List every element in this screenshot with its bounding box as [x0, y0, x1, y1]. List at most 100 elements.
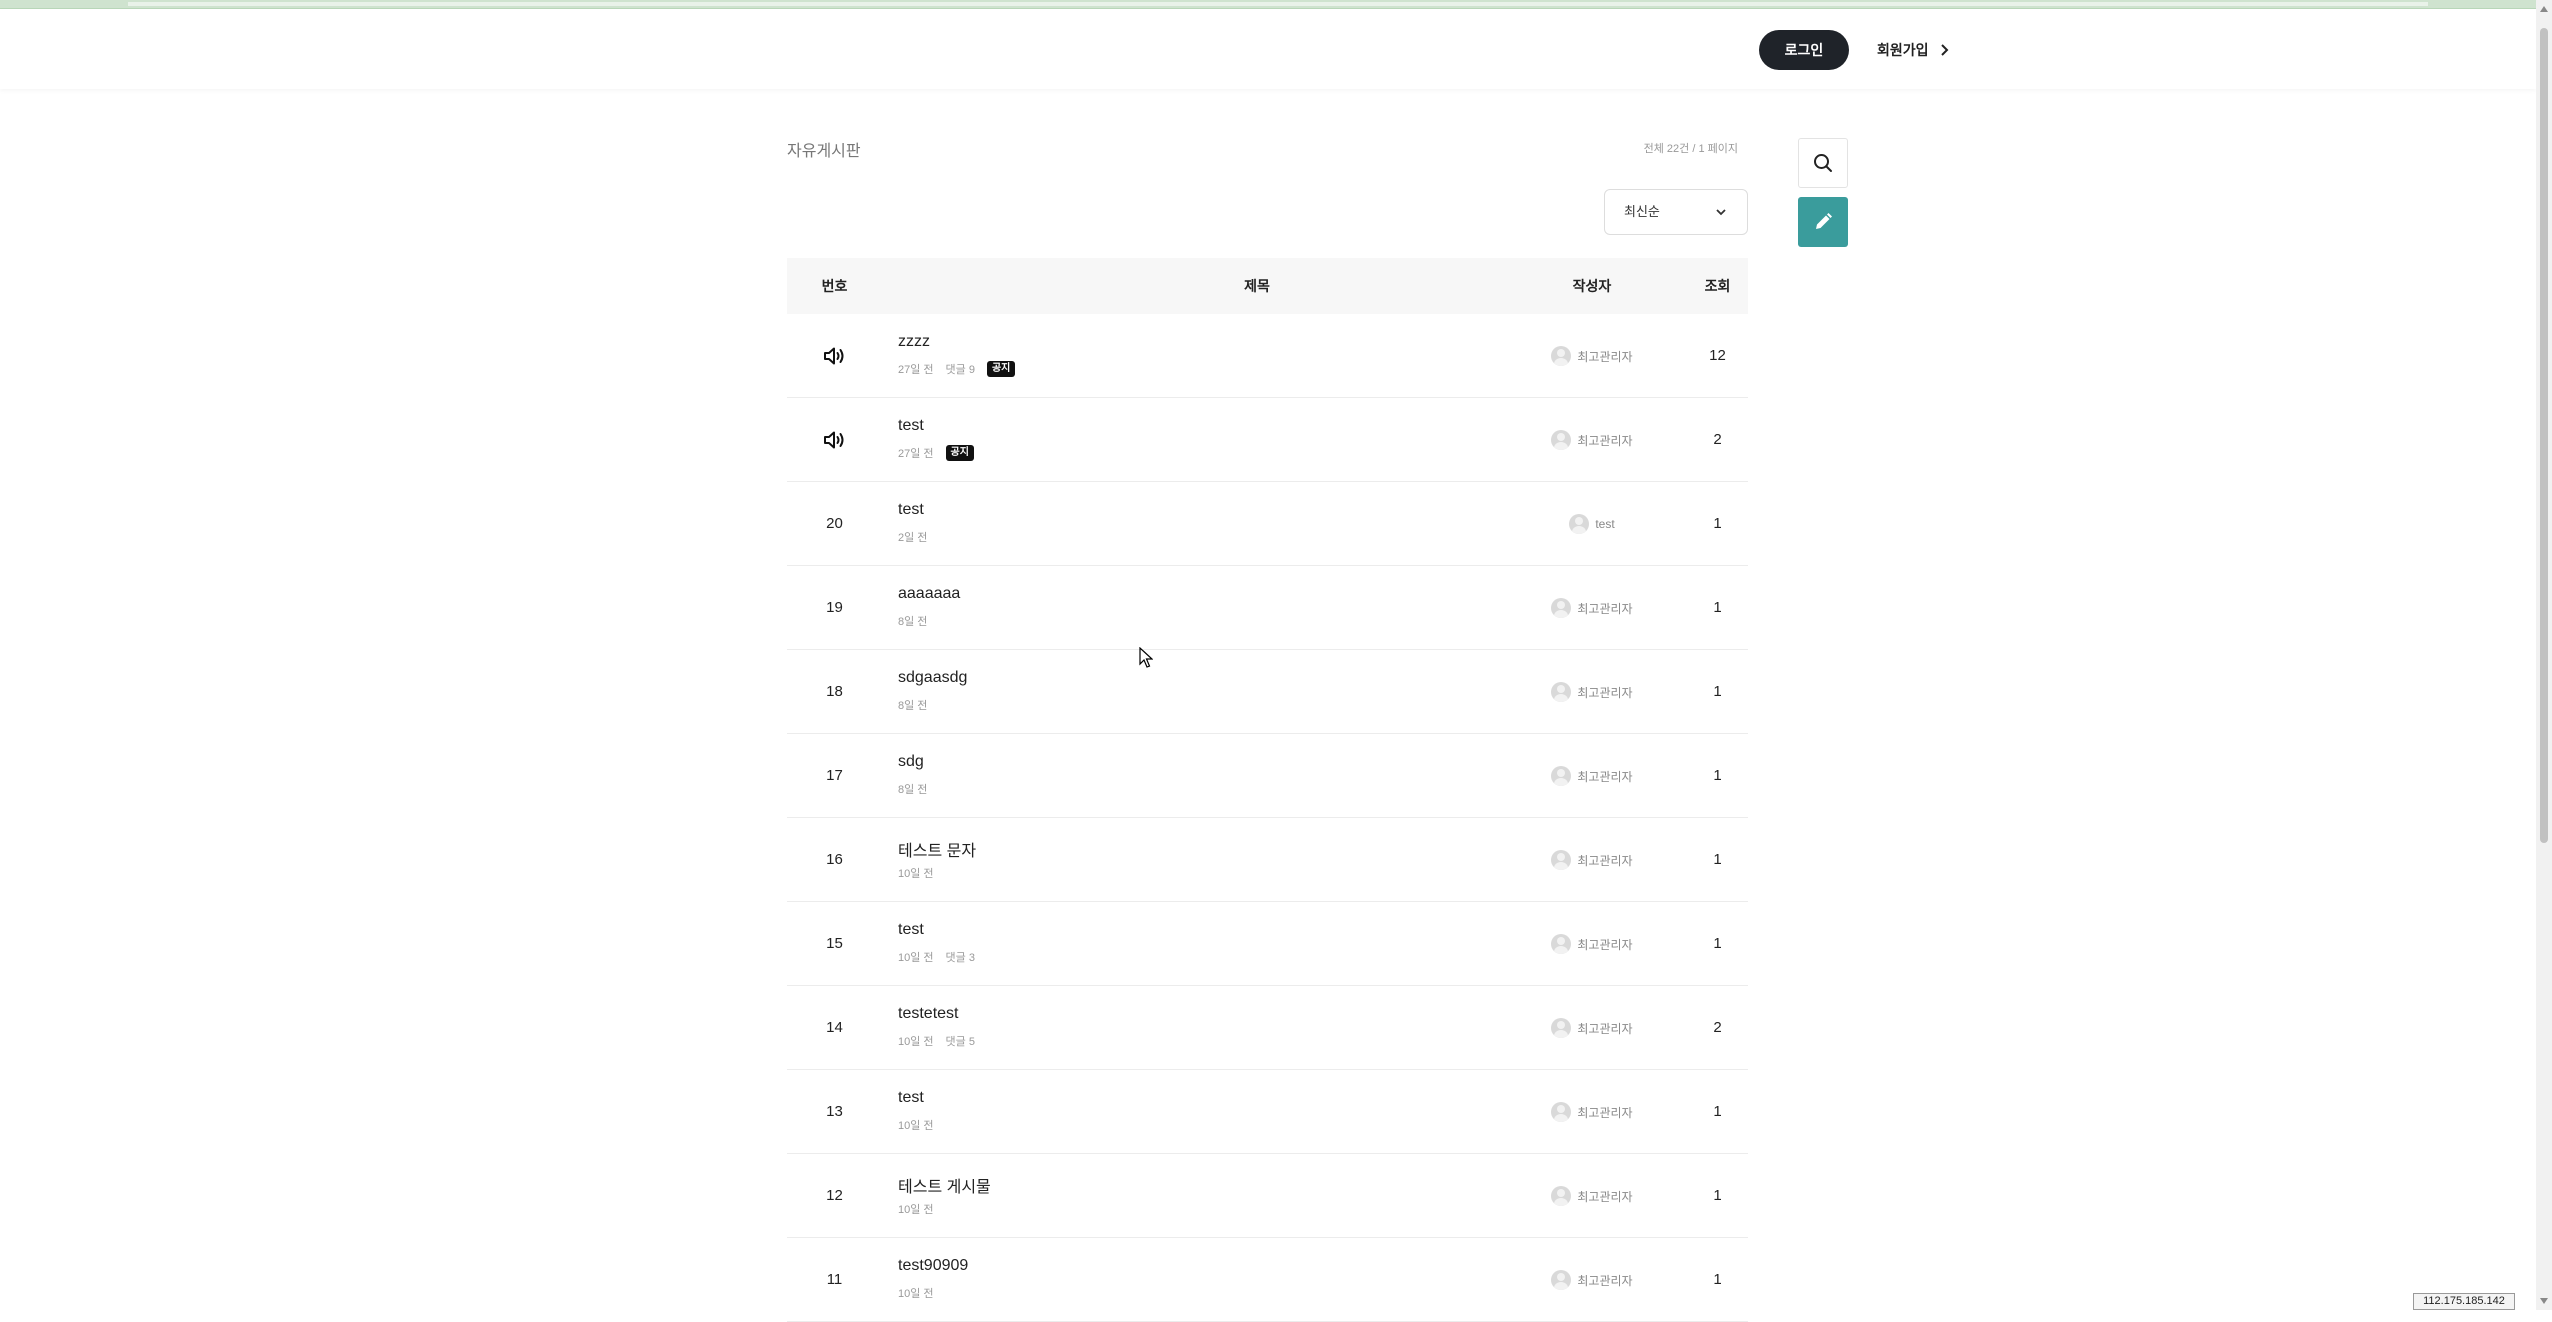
board-title: 자유게시판: [787, 143, 861, 160]
row-author[interactable]: 최고관리자: [1537, 1238, 1647, 1322]
sort-select[interactable]: 최신순: [1604, 189, 1748, 235]
row-views: 12: [1709, 347, 1726, 364]
row-title-link[interactable]: 테스트 게시물: [898, 1173, 991, 1197]
row-date: 10일 전: [898, 868, 934, 880]
row-number: 20: [826, 515, 843, 532]
avatar: [1551, 1186, 1572, 1206]
row-views: 1: [1713, 1271, 1722, 1288]
row-author-name: 최고관리자: [1577, 1021, 1633, 1036]
row-title-link[interactable]: test90909: [898, 1257, 968, 1275]
avatar: [1551, 598, 1572, 618]
row-views: 1: [1713, 851, 1722, 868]
table-row[interactable]: 16 테스트 문자 10일 전 최고관리자 1: [787, 818, 1748, 902]
row-author[interactable]: test: [1537, 482, 1647, 566]
row-title-link[interactable]: test: [898, 501, 924, 519]
row-views: 1: [1713, 599, 1722, 616]
row-number: 14: [826, 1019, 843, 1036]
row-date: 8일 전: [898, 700, 928, 712]
row-author[interactable]: 최고관리자: [1537, 398, 1647, 482]
row-date: 2일 전: [898, 532, 928, 544]
row-meta: 8일 전: [898, 697, 927, 713]
avatar: [1551, 1102, 1572, 1122]
login-button[interactable]: 로그인: [1759, 30, 1849, 70]
row-views: 2: [1713, 1019, 1722, 1036]
table-row[interactable]: 13 test 10일 전 최고관리자 1: [787, 1070, 1748, 1154]
row-title-link[interactable]: test: [898, 921, 924, 939]
speaker-icon: [824, 431, 844, 449]
table-row[interactable]: 19 aaaaaaa 8일 전 최고관리자 1: [787, 566, 1748, 650]
row-title-link[interactable]: test: [898, 1089, 924, 1107]
avatar: [1551, 430, 1572, 450]
row-title-link[interactable]: zzzz: [898, 333, 930, 351]
scroll-down-arrow-icon[interactable]: [2540, 1298, 2548, 1304]
row-meta: 8일 전: [898, 613, 927, 629]
avatar: [1551, 1018, 1572, 1038]
signup-link[interactable]: 회원가입: [1877, 30, 1949, 70]
row-author-name: 최고관리자: [1577, 1273, 1633, 1288]
browser-top-strip-inner: [128, 2, 2428, 6]
row-author[interactable]: 최고관리자: [1537, 650, 1647, 734]
row-author-name: test: [1595, 517, 1615, 531]
write-button[interactable]: [1798, 197, 1848, 247]
speaker-icon: [824, 347, 844, 365]
table-row[interactable]: zzzz 27일 전 댓글 9 공지 최고관리자 12: [787, 314, 1748, 398]
avatar: [1551, 934, 1572, 954]
row-date: 10일 전: [898, 1120, 934, 1132]
table-row[interactable]: 12 테스트 게시물 10일 전 최고관리자 1: [787, 1154, 1748, 1238]
row-author-name: 최고관리자: [1577, 1105, 1633, 1120]
row-number: 19: [826, 599, 843, 616]
row-author[interactable]: 최고관리자: [1537, 314, 1647, 398]
column-header-title: 제목: [1244, 278, 1270, 294]
row-author[interactable]: 최고관리자: [1537, 734, 1647, 818]
row-author[interactable]: 최고관리자: [1537, 1070, 1647, 1154]
row-meta: 10일 전: [898, 1117, 934, 1133]
chevron-down-icon: [1716, 209, 1726, 216]
row-author[interactable]: 최고관리자: [1537, 902, 1647, 986]
row-author[interactable]: 최고관리자: [1537, 1154, 1647, 1238]
table-row[interactable]: 18 sdgaasdg 8일 전 최고관리자 1: [787, 650, 1748, 734]
scroll-thumb[interactable]: [2540, 28, 2548, 843]
table-row[interactable]: 14 testetest 10일 전 댓글 5 최고관리자 2: [787, 986, 1748, 1070]
row-title-link[interactable]: testetest: [898, 1005, 958, 1023]
row-author-name: 최고관리자: [1577, 769, 1633, 784]
table-header: 번호 제목 작성자 조회: [787, 258, 1748, 314]
row-author[interactable]: 최고관리자: [1537, 566, 1647, 650]
search-icon: [1814, 154, 1832, 172]
table-row[interactable]: 17 sdg 8일 전 최고관리자 1: [787, 734, 1748, 818]
table-row[interactable]: 11 test90909 10일 전 최고관리자 1: [787, 1238, 1748, 1322]
row-date: 10일 전: [898, 1204, 934, 1216]
table-row[interactable]: 15 test 10일 전 댓글 3 최고관리자 1: [787, 902, 1748, 986]
page-scrollbar[interactable]: [2536, 0, 2552, 1310]
table-row[interactable]: test 27일 전 공지 최고관리자 2: [787, 398, 1748, 482]
table-row[interactable]: 20 test 2일 전 test 1: [787, 482, 1748, 566]
search-button[interactable]: [1798, 138, 1848, 188]
row-date: 8일 전: [898, 784, 928, 796]
row-author[interactable]: 최고관리자: [1537, 818, 1647, 902]
row-author[interactable]: 최고관리자: [1537, 986, 1647, 1070]
row-title-link[interactable]: test: [898, 417, 924, 435]
row-notice-marker: [787, 314, 882, 398]
row-number: 11: [826, 1271, 843, 1288]
row-meta: 27일 전 댓글 9 공지: [898, 361, 1016, 377]
row-meta: 10일 전 댓글 3: [898, 949, 975, 965]
row-number: 15: [826, 935, 843, 952]
row-date: 10일 전: [898, 1036, 934, 1048]
row-author-name: 최고관리자: [1577, 937, 1633, 952]
row-number: 16: [826, 851, 843, 868]
row-title-link[interactable]: sdg: [898, 753, 924, 771]
row-title-link[interactable]: aaaaaaa: [898, 585, 960, 603]
row-meta: 2일 전: [898, 529, 927, 545]
row-number: 18: [826, 683, 843, 700]
row-views: 1: [1713, 683, 1722, 700]
row-title-link[interactable]: sdgaasdg: [898, 669, 967, 687]
row-date: 8일 전: [898, 616, 928, 628]
avatar: [1569, 514, 1590, 534]
scroll-up-arrow-icon[interactable]: [2540, 6, 2548, 12]
column-header-views: 조회: [1704, 278, 1731, 294]
row-meta: 10일 전: [898, 1285, 934, 1301]
row-notice-marker: [787, 398, 882, 482]
row-date: 27일 전: [898, 364, 934, 376]
row-title-link[interactable]: 테스트 문자: [898, 837, 976, 861]
row-date: 27일 전: [898, 448, 934, 460]
row-comments: 댓글 9: [945, 364, 975, 376]
